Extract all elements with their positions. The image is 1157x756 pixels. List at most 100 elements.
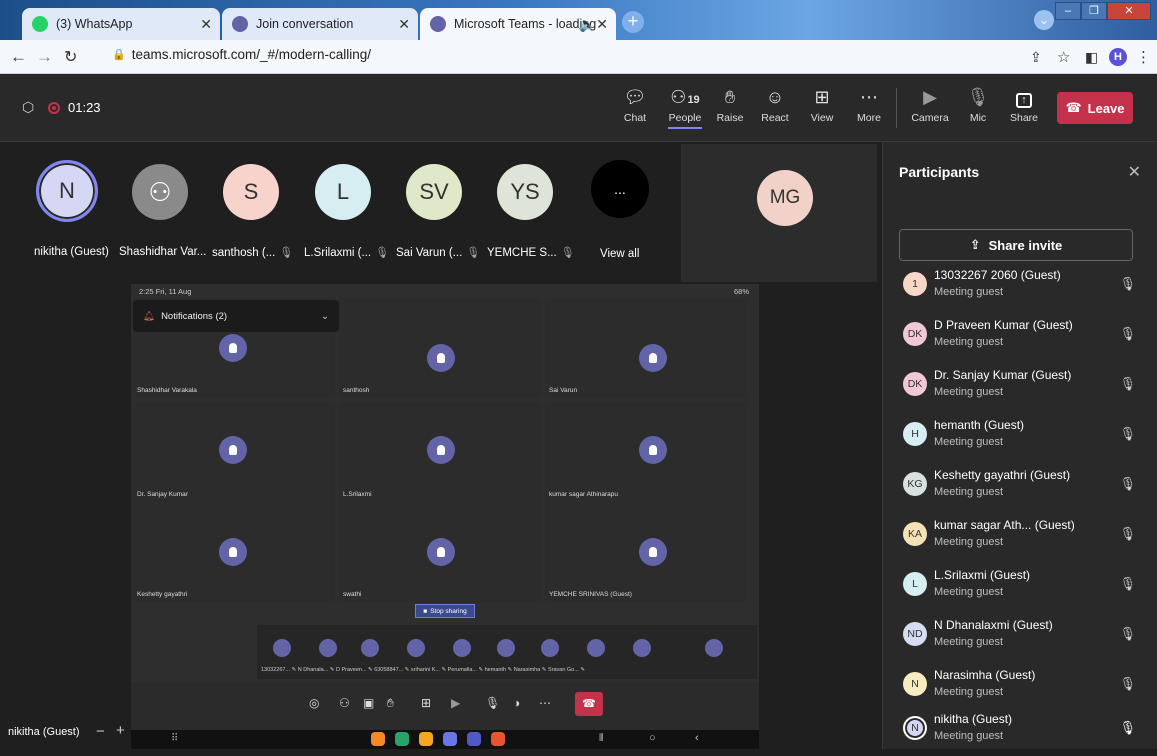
chat-icon[interactable]: ◎ [309,696,319,710]
more-label: More [857,112,881,124]
menu-kebab-icon[interactable]: ⋮ [1136,48,1151,66]
mic-icon[interactable]: 🎙︎ [485,696,500,710]
hand-icon[interactable]: ✋︎ [387,696,394,711]
participant-row[interactable]: DK Dr. Sanjay Kumar (Guest) Meeting gues… [883,364,1157,412]
grid-icon[interactable]: ⊞ [421,696,431,710]
side-panel-icon[interactable]: ◧ [1085,49,1098,66]
view-all-label[interactable]: View all [600,248,639,260]
close-icon[interactable]: ✕ [398,16,410,33]
speaker-icon[interactable]: ◑ [513,696,520,710]
participant-role: Meeting guest [934,436,1004,448]
url-field[interactable]: 🔒 teams.microsoft.com/_#/modern-calling/ [112,47,371,62]
avatar-yemche[interactable]: YS [497,164,553,220]
participant-row[interactable]: N Narasimha (Guest) Meeting guest 🎙︎ [883,664,1157,712]
spotlight-tile[interactable]: MG [681,144,877,282]
app-icon[interactable] [491,732,505,746]
apps-icon[interactable]: ⠿ [171,733,178,744]
participant-name: santhosh (... 🎙︎ [212,246,293,259]
notifications-banner[interactable]: 🔔︎ Notifications (2) ⌄ [133,300,339,332]
chat-label: Chat [623,112,647,124]
participant-row[interactable]: L L.Srilaxmi (Guest) Meeting guest 🎙︎ [883,564,1157,612]
avatar: ND [903,622,927,646]
back-icon[interactable]: ← [10,47,27,67]
view-button[interactable]: ⊞ View [802,86,842,124]
recent-apps-icon[interactable]: ⦀ [599,733,603,744]
share-icon[interactable]: ▣ [363,696,374,710]
stop-sharing-button[interactable]: ■ Stop sharing [415,604,475,618]
new-tab-button[interactable]: + [622,11,644,33]
camera-off-icon[interactable]: ▶︎ [451,696,460,710]
app-icon[interactable] [443,732,457,746]
participant-name: nikitha (Guest) [34,246,109,258]
camera-button[interactable]: ▶︎ Camera [908,86,952,124]
people-icon: ⚇19 [670,87,700,107]
hangup-button[interactable]: ☎ [575,692,603,716]
close-icon[interactable]: ✕ [1128,162,1141,182]
browser-tab-bar: (3) WhatsApp ✕ Join conversation ✕ Micro… [0,0,1157,40]
close-icon[interactable]: ✕ [596,16,608,33]
avatar-shashidhar[interactable]: ⚇ [132,164,188,220]
back-icon[interactable]: ‹ [695,732,699,744]
bookmark-star-icon[interactable]: ☆ [1057,48,1070,66]
share-page-icon[interactable]: ⇪ [1030,49,1042,66]
more-button[interactable]: ⋯ More [849,86,889,124]
teams-icon [232,16,248,32]
app-icon[interactable] [395,732,409,746]
participant-row[interactable]: KA kumar sagar Ath... (Guest) Meeting gu… [883,514,1157,562]
participant-name: Narasimha (Guest) [934,668,1036,682]
people-icon[interactable]: ⚇ [339,696,350,710]
video-tile: swathi [339,502,541,602]
ellipsis-icon[interactable]: ⋯ [539,696,551,710]
share-button[interactable]: ↑ Share [1004,86,1044,124]
leave-button[interactable]: ☎ Leave [1057,92,1133,124]
person-icon [427,344,455,372]
stop-sharing-label: Stop sharing [430,607,467,615]
participant-role: Meeting guest [934,336,1004,348]
participant-row[interactable]: DK D Praveen Kumar (Guest) Meeting guest… [883,314,1157,362]
address-bar: ← → ↻ 🔒 teams.microsoft.com/_#/modern-ca… [0,40,1157,74]
name-text: santhosh (... [212,247,276,259]
person-icon [427,538,455,566]
participant-row[interactable]: ND N Dhanalaxmi (Guest) Meeting guest 🎙︎ [883,614,1157,662]
share-invite-button[interactable]: ⇪ Share invite [899,229,1133,261]
participant-row[interactable]: H hemanth (Guest) Meeting guest 🎙︎ [883,414,1157,462]
react-button[interactable]: ☺ React [755,86,795,124]
notification-text: Notifications (2) [161,310,228,322]
person-icon [705,639,723,657]
people-button[interactable]: ⚇19 People [665,86,705,129]
restore-button[interactable]: ❐ [1081,2,1107,20]
zoom-out-icon[interactable]: − [96,723,105,740]
chat-button[interactable]: 💬︎ Chat [615,86,655,124]
participant-name: L.Srilaxmi (... 🎙︎ [304,246,389,259]
close-icon[interactable]: ✕ [200,16,212,33]
avatar-srilaxmi[interactable]: L [315,164,371,220]
mic-button[interactable]: 🎙︎ Mic [958,86,998,124]
people-count: 19 [687,94,700,106]
avatar-nikitha[interactable]: N [36,160,98,222]
participant-row[interactable]: KG Keshetty gayathri (Guest) Meeting gue… [883,464,1157,512]
view-all-button[interactable]: ... [591,160,649,218]
avatar: N [903,672,927,696]
profile-avatar[interactable]: H [1109,48,1127,66]
tab-search-icon[interactable]: ⌄ [1034,10,1054,30]
zoom-in-icon[interactable]: + [116,722,125,739]
avatar-santhosh[interactable]: S [223,164,279,220]
app-icon[interactable] [467,732,481,746]
participant-name: kumar sagar Ath... (Guest) [934,518,1075,532]
forward-icon[interactable]: → [36,47,53,67]
app-icon[interactable] [371,732,385,746]
raise-hand-button[interactable]: ✋︎ Raise [710,86,750,124]
home-icon[interactable]: ○ [649,732,656,744]
tab-teams-loading[interactable]: Microsoft Teams - loading 🔈 ✕ [420,8,616,40]
window-close-button[interactable]: ✕ [1107,2,1151,20]
participant-name: L.Srilaxmi (Guest) [934,568,1031,582]
tab-join-conversation[interactable]: Join conversation ✕ [222,8,418,40]
participant-row[interactable]: 1 13032267 2060 (Guest) Meeting guest 🎙︎ [883,264,1157,312]
reload-icon[interactable]: ↻ [64,47,77,67]
participant-name: YEMCHE S... 🎙︎ [487,246,575,259]
whatsapp-icon [32,16,48,32]
app-icon[interactable] [419,732,433,746]
avatar-sai-varun[interactable]: SV [406,164,462,220]
tab-whatsapp[interactable]: (3) WhatsApp ✕ [22,8,220,40]
minimize-button[interactable]: – [1055,2,1081,20]
